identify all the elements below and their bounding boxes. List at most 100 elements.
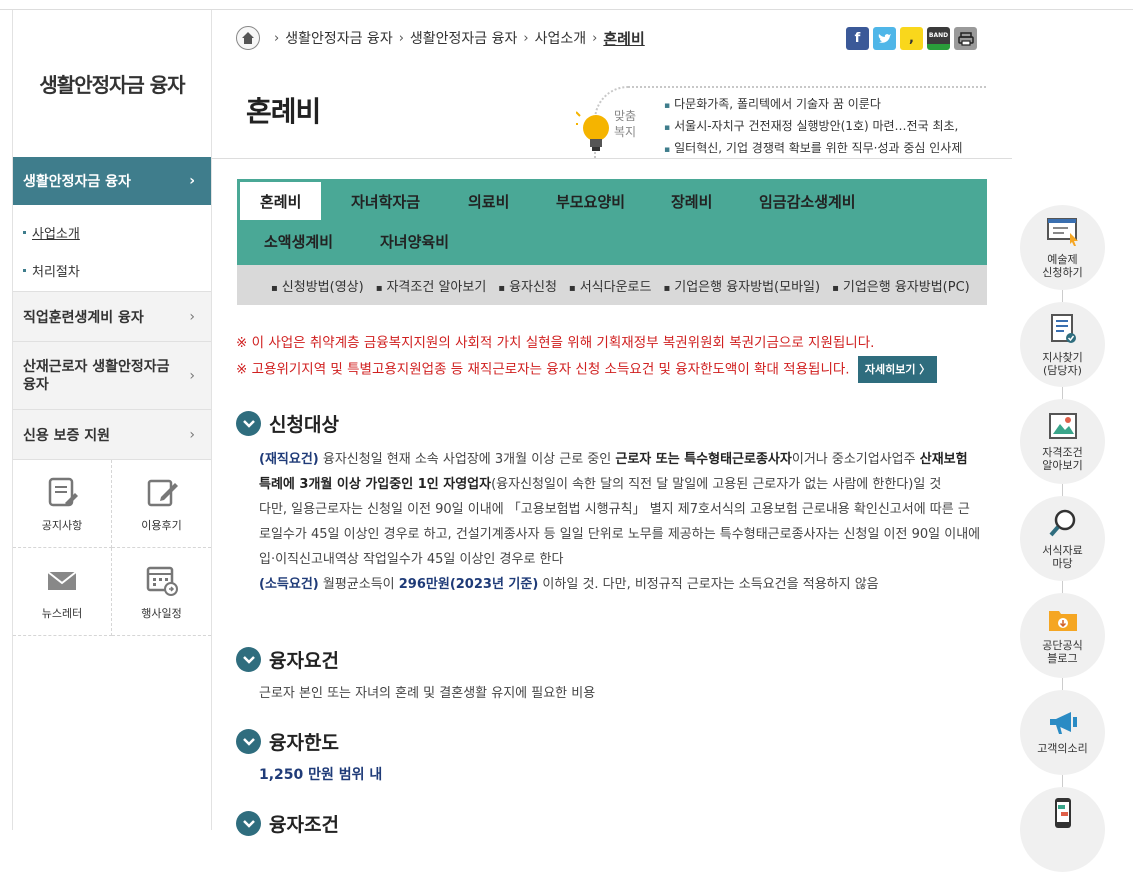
label-line: (담당자) (1043, 363, 1082, 377)
tab-medical[interactable]: 의료비 (468, 182, 509, 220)
chevron-right-icon: › (189, 367, 195, 384)
quick-label: 예술제 신청하기 (1042, 253, 1082, 279)
section-target: 신청대상 (재직요건) 융자신청일 현재 소속 사업장에 3개월 이상 근로 중… (236, 410, 981, 597)
welfare-news-list: 다문화가족, 폴리텍에서 기술자 꿈 이룬다 서울시-자치구 건전재정 실행방안… (664, 94, 962, 160)
subtab-eligibility[interactable]: 자격조건 알아보기 (376, 276, 486, 295)
facebook-icon[interactable]: f (846, 27, 869, 50)
section-limit: 융자한도 1,250 만원 범위 내 (236, 728, 981, 788)
calendar-icon (146, 566, 178, 596)
label-line: 신청하기 (1042, 265, 1083, 279)
section-requirement: 융자요건 근로자 본인 또는 자녀의 혼례 및 결혼생활 유지에 필요한 비용 (236, 646, 981, 706)
detail-button[interactable]: 자세히보기 〉 (857, 356, 938, 383)
tab-wage-reduction[interactable]: 임금감소생계비 (759, 182, 856, 220)
bullet-icon (23, 230, 26, 234)
breadcrumb-item[interactable]: 생활안정자금 융자 (410, 28, 518, 48)
tab-childcare[interactable]: 자녀양육비 (380, 222, 449, 260)
tag-employment: (재직요건) (259, 452, 319, 467)
subtab-ibk-mobile[interactable]: 기업은행 융자방법(모바일) (663, 276, 820, 295)
subtab-forms[interactable]: 서식다운로드 (569, 276, 652, 295)
chevron-right-icon: › (398, 30, 404, 46)
quick-forms[interactable]: 서식자료 마당 (1020, 496, 1105, 581)
twitter-icon[interactable] (873, 27, 896, 50)
quick-label: 고객의소리 (1037, 742, 1088, 755)
quick-event-calendar[interactable]: 행사일정 (112, 548, 211, 636)
chevron-right-icon: › (274, 30, 280, 46)
blog-icon (1048, 610, 1077, 631)
bullet-icon (23, 268, 26, 272)
section-condition: 융자조건 (236, 810, 339, 837)
text: 이하일 것. 다만, 비정규직 근로자는 소득요건을 적용하지 않음 (538, 577, 879, 592)
tab-funeral[interactable]: 장례비 (671, 182, 712, 220)
welfare-news-item[interactable]: 일터혁신, 기업 경쟁력 확보를 위한 직무·성과 중심 인사제 (664, 138, 962, 160)
page-title: 혼례비 (246, 95, 321, 128)
sub-tabs: 신청방법(영상) 자격조건 알아보기 융자신청 서식다운로드 기업은행 융자방법… (237, 265, 987, 305)
section-heading: 융자조건 (236, 810, 339, 837)
sidebar-item-active[interactable]: 생활안정자금 융자 › (13, 157, 211, 205)
chevron-down-icon (236, 811, 261, 836)
welfare-news-item[interactable]: 서울시-자치구 건전재정 실행방안(1호) 마련…전국 최초, (664, 116, 962, 138)
quick-newsletter[interactable]: 뉴스레터 (13, 548, 112, 636)
tab-parent-care[interactable]: 부모요양비 (556, 182, 625, 220)
custom-welfare-box: 맞춤 복지 다문화가족, 폴리텍에서 기술자 꿈 이룬다 서울시-자치구 건전재… (576, 86, 986, 158)
chevron-right-icon: › (189, 173, 195, 189)
sidebar-item-training-loan[interactable]: 직업훈련생계비 융자 › (13, 291, 211, 341)
welfare-news-item[interactable]: 다문화가족, 폴리텍에서 기술자 꿈 이룬다 (664, 94, 962, 116)
sidebar-subitem-label: 사업소개 (32, 226, 80, 242)
notice-icon (48, 477, 78, 506)
quick-label: 이용후기 (141, 518, 182, 532)
quick-branch-find[interactable]: 지사찾기 (담당자) (1020, 302, 1105, 387)
sidebar-subitem-process[interactable]: 처리절차 (23, 251, 211, 289)
label-line: 고객의소리 (1037, 742, 1088, 755)
sidebar-item-credit-guarantee[interactable]: 신용 보증 지원 › (13, 409, 211, 459)
sidebar-item-label: 신용 보증 지원 (23, 427, 111, 444)
label-line: 지사찾기 (1042, 350, 1083, 364)
print-icon[interactable] (954, 27, 977, 50)
share-buttons: f , BAND (846, 27, 977, 50)
sidebar-subitem-intro[interactable]: 사업소개 (23, 213, 211, 251)
tab-wedding[interactable]: 혼례비 (240, 182, 322, 220)
quick-blog[interactable]: 공단공식 블로그 (1020, 593, 1105, 678)
sidebar-item-label: 직업훈련생계비 융자 (23, 309, 144, 326)
subtab-apply[interactable]: 융자신청 (498, 276, 557, 295)
chevron-right-icon: › (189, 308, 195, 325)
label-line: 예술제 (1047, 252, 1078, 266)
quick-customer-voice[interactable]: 고객의소리 (1020, 690, 1105, 775)
breadcrumb: › 생활안정자금 융자 › 생활안정자금 융자 › 사업소개 › 혼례비 (236, 26, 645, 50)
breadcrumb-item[interactable]: 사업소개 (535, 28, 587, 48)
quick-art-apply[interactable]: 예술제 신청하기 (1020, 205, 1105, 290)
sidebar-item-industrial-loan[interactable]: 산재근로자 생활안정자금 융자 › (13, 341, 211, 409)
chevron-down-icon (236, 729, 261, 754)
section-body: 1,250 만원 범위 내 (259, 767, 383, 783)
target-paragraph-2: 다만, 일용근로자는 신청일 이전 90일 이내에 「고용보험법 시행규칙」 별… (259, 502, 981, 567)
breadcrumb-current[interactable]: 혼례비 (603, 28, 644, 49)
quick-notice[interactable]: 공지사항 (13, 460, 112, 548)
section-title: 융자요건 (269, 650, 339, 672)
band-icon[interactable]: BAND (927, 27, 950, 50)
quick-label: 공지사항 (41, 518, 83, 532)
art-apply-icon (1046, 217, 1078, 246)
welfare-label-line: 맞춤 (614, 109, 637, 123)
quick-review[interactable]: 이용후기 (112, 460, 211, 548)
tab-tuition[interactable]: 자녀학자금 (351, 182, 420, 220)
target-paragraph-1: (재직요건) 융자신청일 현재 소속 사업장에 3개월 이상 근로 중인 근로자… (259, 447, 981, 497)
chevron-down-icon (236, 647, 261, 672)
quick-label: 행사일정 (141, 606, 182, 620)
breadcrumb-item[interactable]: 생활안정자금 융자 (285, 28, 393, 48)
subtab-video[interactable]: 신청방법(영상) (271, 276, 364, 295)
quick-eligibility[interactable]: 자격조건 알아보기 (1020, 399, 1105, 484)
sidebar-title: 생활안정자금 융자 (39, 73, 185, 97)
kakaostory-icon[interactable]: , (900, 27, 923, 50)
label-line: 서식자료 (1042, 543, 1083, 557)
lightbulb-icon (576, 111, 609, 151)
section-heading: 융자한도 (236, 728, 981, 755)
section-body: 근로자 본인 또는 자녀의 혼례 및 결혼생활 유지에 필요한 비용 (259, 686, 596, 701)
text: 이거나 중소기업사업주 (791, 452, 920, 467)
text: (융자신청일이 속한 달의 직전 달 말일에 고용된 근로자가 없는 사람에 한… (491, 477, 942, 492)
top-border (0, 0, 1133, 10)
section-body: (재직요건) 융자신청일 현재 소속 사업장에 3개월 이상 근로 중인 근로자… (236, 447, 981, 597)
sidebar-item-label: 산재근로자 생활안정자금 융자 (23, 358, 170, 393)
home-icon[interactable] (236, 26, 260, 50)
tab-small-living[interactable]: 소액생계비 (264, 222, 333, 260)
subtab-ibk-pc[interactable]: 기업은행 융자방법(PC) (832, 276, 970, 295)
quick-label: 공단공식 블로그 (1042, 639, 1082, 665)
